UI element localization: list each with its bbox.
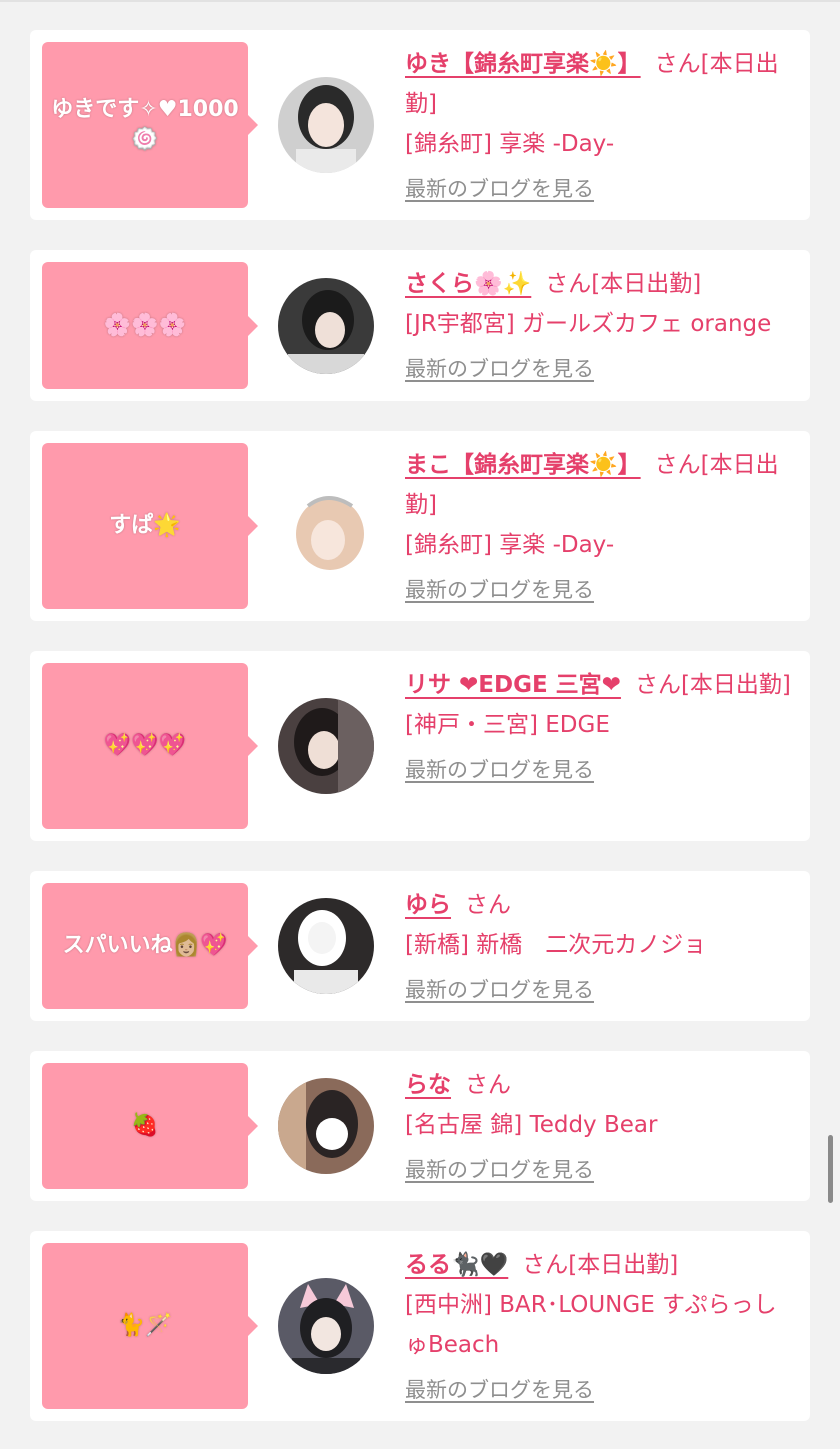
comment-bubble: 🐈🪄	[42, 1243, 258, 1409]
avatar[interactable]	[278, 1278, 374, 1374]
girl-name-link[interactable]: るる🐈‍⬛🖤	[405, 1252, 508, 1278]
comment-bubble: 🍓	[42, 1063, 258, 1189]
latest-blog-link[interactable]: 最新のブログを見る	[405, 172, 594, 206]
status-text: [本日出勤]	[591, 271, 702, 297]
shop-text: [JR宇都宮] ガールズカフェ orange	[405, 311, 772, 337]
honorific: さん	[654, 452, 701, 478]
card-info: ゆら さん [新橋] 新橋 二次元カノジョ 最新のブログを見る	[405, 885, 797, 1010]
comment-bubble: 💖💖💖	[42, 663, 258, 829]
avatar[interactable]	[278, 277, 374, 374]
honorific: さん	[545, 271, 592, 297]
scrollbar-thumb[interactable]	[828, 1135, 833, 1203]
latest-blog-link[interactable]: 最新のブログを見る	[405, 1373, 594, 1407]
card-info: るる🐈‍⬛🖤 さん[本日出勤] [西中洲] BAR･LOUNGE すぷらっしゅBe…	[405, 1245, 797, 1410]
blog-card: すぱ🌟 まこ【錦糸町享楽☀️】 さん[本日出勤] [錦糸町] 享楽 -Day- 最…	[30, 431, 810, 621]
card-info: ゆき【錦糸町享楽☀️】 さん[本日出勤] [錦糸町] 享楽 -Day- 最新のブロ…	[405, 44, 797, 209]
blog-card: 🐈🪄 るる🐈‍⬛🖤 さん[本日出勤] [西中洲] BAR･LOUNGE すぷらっし…	[30, 1231, 810, 1421]
honorific: さん	[634, 672, 681, 698]
latest-blog-link[interactable]: 最新のブログを見る	[405, 1153, 594, 1187]
latest-blog-link[interactable]: 最新のブログを見る	[405, 573, 594, 607]
blog-card: 🍓 らな さん [名古屋 錦] Teddy Bear 最新のブログを見る	[30, 1051, 810, 1201]
comment-bubble: スパいいね👩🏼💖	[42, 883, 258, 1009]
avatar[interactable]	[278, 77, 374, 173]
blog-card-list: ゆきです✧♥1000🍥 ゆき【錦糸町享楽☀️】 さん[本日出勤] [錦糸町] 享楽…	[30, 30, 810, 1421]
shop-text: [西中洲] BAR･LOUNGE すぷらっしゅBeach	[405, 1292, 777, 1358]
shop-text: [神戸・三宮] EDGE	[405, 712, 610, 738]
status-text: [本日出勤]	[680, 672, 791, 698]
comment-bubble: 🌸🌸🌸	[42, 262, 258, 389]
comment-bubble: すぱ🌟	[42, 443, 258, 609]
comment-text: スパいいね👩🏼💖	[62, 933, 228, 958]
comment-text: ゆきです✧♥1000🍥	[51, 97, 239, 152]
shop-text: [新橋] 新橋 二次元カノジョ	[405, 932, 707, 958]
status-text: [本日出勤]	[568, 1252, 679, 1278]
shop-text: [名古屋 錦] Teddy Bear	[405, 1112, 658, 1138]
comment-text: 💖💖💖	[103, 733, 187, 758]
card-info: らな さん [名古屋 錦] Teddy Bear 最新のブログを見る	[405, 1065, 797, 1190]
comment-text: 🍓	[131, 1113, 159, 1138]
card-info: さくら🌸✨ さん[本日出勤] [JR宇都宮] ガールズカフェ orange 最新の…	[405, 264, 797, 389]
comment-bubble: ゆきです✧♥1000🍥	[42, 42, 258, 208]
shop-text: [錦糸町] 享楽 -Day-	[405, 131, 615, 157]
shop-text: [錦糸町] 享楽 -Day-	[405, 532, 615, 558]
card-info: リサ ❤EDGE 三宮❤ さん[本日出勤] [神戸・三宮] EDGE 最新のブログ…	[405, 665, 797, 790]
top-divider	[0, 0, 840, 2]
honorific: さん	[465, 1072, 511, 1098]
blog-card: ゆきです✧♥1000🍥 ゆき【錦糸町享楽☀️】 さん[本日出勤] [錦糸町] 享楽…	[30, 30, 810, 220]
comment-text: すぱ🌟	[109, 513, 181, 538]
blog-card: スパいいね👩🏼💖 ゆら さん [新橋] 新橋 二次元カノジョ 最新のブログを見る	[30, 871, 810, 1021]
girl-name-link[interactable]: ゆら	[405, 892, 451, 918]
girl-name-link[interactable]: リサ ❤EDGE 三宮❤	[405, 672, 621, 698]
comment-text: 🌸🌸🌸	[103, 312, 187, 338]
avatar[interactable]	[278, 698, 374, 794]
blog-card: 💖💖💖 リサ ❤EDGE 三宮❤ さん[本日出勤] [神戸・三宮] EDGE 最新…	[30, 651, 810, 841]
girl-name-link[interactable]: らな	[405, 1072, 451, 1098]
latest-blog-link[interactable]: 最新のブログを見る	[405, 753, 594, 787]
latest-blog-link[interactable]: 最新のブログを見る	[405, 973, 594, 1007]
comment-text: 🐈🪄	[117, 1313, 173, 1338]
honorific: さん	[654, 51, 701, 77]
avatar[interactable]	[278, 898, 374, 994]
card-info: まこ【錦糸町享楽☀️】 さん[本日出勤] [錦糸町] 享楽 -Day- 最新のブロ…	[405, 445, 797, 610]
girl-name-link[interactable]: さくら🌸✨	[405, 271, 531, 297]
honorific: さん	[465, 892, 511, 918]
blog-card: 🌸🌸🌸 さくら🌸✨ さん[本日出勤] [JR宇都宮] ガールズカフェ orange…	[30, 250, 810, 401]
latest-blog-link[interactable]: 最新のブログを見る	[405, 352, 594, 386]
girl-name-link[interactable]: ゆき【錦糸町享楽☀️】	[405, 51, 641, 77]
honorific: さん	[522, 1252, 569, 1278]
girl-name-link[interactable]: まこ【錦糸町享楽☀️】	[405, 452, 641, 478]
avatar[interactable]	[278, 486, 374, 582]
avatar[interactable]	[278, 1078, 374, 1174]
